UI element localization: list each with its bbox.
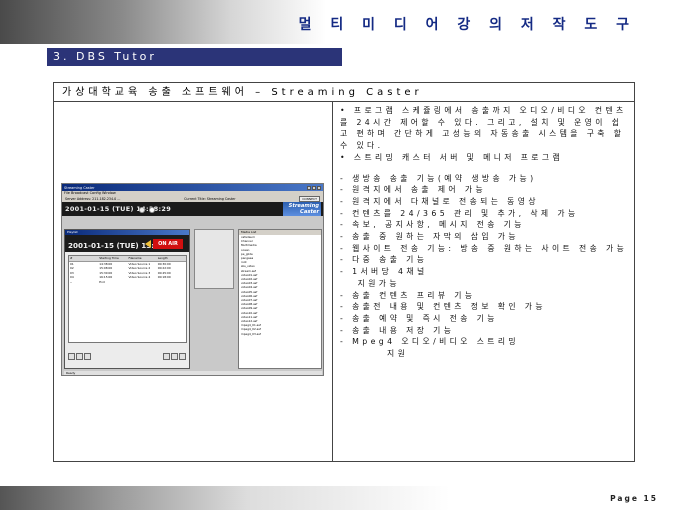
clock-icon[interactable] <box>149 207 155 213</box>
minimize-icon[interactable] <box>307 185 311 190</box>
feature-item: - 송출 중 원하는 자막의 삽입 가능 <box>340 232 519 242</box>
playlist-rows: 01 14:38:00 Video Source 1 00:30:00 02 15:08:… <box>69 262 186 285</box>
feature-item: - 송출 예약 및 즉시 전송 기능 <box>340 313 498 323</box>
media-file-list[interactable]: cafedaum Channel Multimedia ocean pe_glide pa… <box>239 235 321 336</box>
header-title: 멀 티 미 디 어 강 의 저 작 도 구 <box>298 17 636 33</box>
table-row[interactable]: -- End <box>69 280 186 285</box>
table-cell <box>128 280 157 285</box>
feature-item: - Mpeg4 오디오/비디오 스트리밍 <box>340 337 519 347</box>
feature-item: - 원격지에서 다채널로 전송되는 동영상 <box>340 196 539 206</box>
playlist-column-header[interactable]: Length <box>157 256 186 261</box>
feature-item: - 송출 컨텐츠 프리뷰 기능 <box>340 290 476 300</box>
play-arrow-icon[interactable] <box>145 240 151 248</box>
streaming-caster-logo: Streaming Caster <box>283 202 321 216</box>
feature-item: - 다중 송출 기능 <box>340 255 428 265</box>
preview-panel <box>194 229 234 289</box>
feature-item: - 원격지에서 송출 제어 가능 <box>340 185 487 195</box>
feature-item: - 웹사이트 전송 기능: 방송 중 원하는 사이트 전송 가능 <box>340 243 628 253</box>
delete-icon[interactable] <box>84 352 91 360</box>
playlist-window: Playlist 2001-01-15 (TUE) 15:00:00 ON AI… <box>64 229 190 369</box>
description-cell: • 프로그램 스케쥴링에서 송출까지 오디오/비디오 컨텐츠를 24시간 제어할… <box>334 102 634 461</box>
page-number: Page 15 <box>610 494 658 503</box>
slide-title: 가상대학교육 송출 소프트웨어 – Streaming Caster <box>54 83 634 102</box>
bullet-item: • 프로그램 스케쥴링에서 송출까지 오디오/비디오 컨텐츠를 24시간 제어할… <box>340 106 631 151</box>
feature-list: - 생방송 송출 기능(예약 생방송 가능) - 원격지에서 송출 제어 가능 - … <box>340 173 628 360</box>
playlist-table[interactable]: # Starting Time Filename Length 01 14:38:00 V… <box>68 255 187 343</box>
playlist-controls <box>68 349 187 360</box>
feature-item: - 1서버당 4채널 <box>340 267 428 277</box>
feature-item: - 송출 내용 저장 기능 <box>340 325 455 335</box>
add-icon[interactable] <box>68 352 75 360</box>
table-cell: End <box>99 279 105 284</box>
section-label: 3. DBS Tutor <box>47 48 342 66</box>
stop-icon[interactable] <box>171 352 178 360</box>
bottom-gradient-bar <box>0 486 450 510</box>
media-list-panel: Media List cafedaum Channel Multimedia ocea… <box>238 229 322 369</box>
feature-item: - 생방송 송출 기능(예약 생방송 가능) <box>340 173 537 183</box>
playlist-column-header[interactable]: # <box>69 256 98 261</box>
on-air-badge[interactable]: ON AIR <box>153 239 183 249</box>
maximize-icon[interactable] <box>312 185 316 190</box>
play-icon[interactable] <box>163 352 170 360</box>
feature-item: 지원 <box>340 349 409 359</box>
table-cell: -- <box>70 279 73 284</box>
table-cell <box>157 280 186 285</box>
window-titlebar: Streaming Caster <box>62 184 323 191</box>
feature-item: - 컨텐츠를 24/365 관리 및 추가, 삭제 가능 <box>340 208 579 218</box>
intro-bullets: • 프로그램 스케쥴링에서 송출까지 오디오/비디오 컨텐츠를 24시간 제어할… <box>340 105 628 164</box>
content-table: 가상대학교육 송출 소프트웨어 – Streaming Caster Strea… <box>53 82 635 462</box>
slide-page: 멀 티 미 디 어 강 의 저 작 도 구 3. DBS Tutor 가상대학교… <box>0 0 680 510</box>
timer-icon[interactable] <box>139 207 145 213</box>
streaming-caster-screenshot: Streaming Caster File Broadcast Config W… <box>61 183 324 376</box>
window-buttons <box>307 185 321 190</box>
playlist-column-header[interactable]: Starting Time <box>98 256 127 261</box>
feature-item: - 송출전 내용 및 컨텐츠 정보 확인 가능 <box>340 302 546 312</box>
playlist-clock-band: 2001-01-15 (TUE) 15:00:00 ON AIR <box>65 235 189 252</box>
main-clock: 2001-01-15 (TUE) 14:38:29 <box>65 205 172 213</box>
feature-item: - 속보, 공지사항, 메시지 전송 기능 <box>340 220 525 230</box>
screenshot-cell: Streaming Caster File Broadcast Config W… <box>54 102 333 461</box>
bullet-item: • 스트리밍 캐스터 서버 및 메니저 프로그램 <box>340 152 564 162</box>
playlist-column-header[interactable]: Filename <box>128 256 157 261</box>
next-icon[interactable] <box>179 352 186 360</box>
clock-band: 2001-01-15 (TUE) 14:38:29 Streaming Cast… <box>62 202 323 216</box>
edit-icon[interactable] <box>76 352 83 360</box>
list-item[interactable]: mpeg4_03.asf <box>241 332 321 336</box>
bottom-status: Ready <box>64 371 322 375</box>
feature-item: 지원가능 <box>340 278 400 288</box>
window-title: Streaming Caster <box>64 185 95 190</box>
close-icon[interactable] <box>317 185 321 190</box>
